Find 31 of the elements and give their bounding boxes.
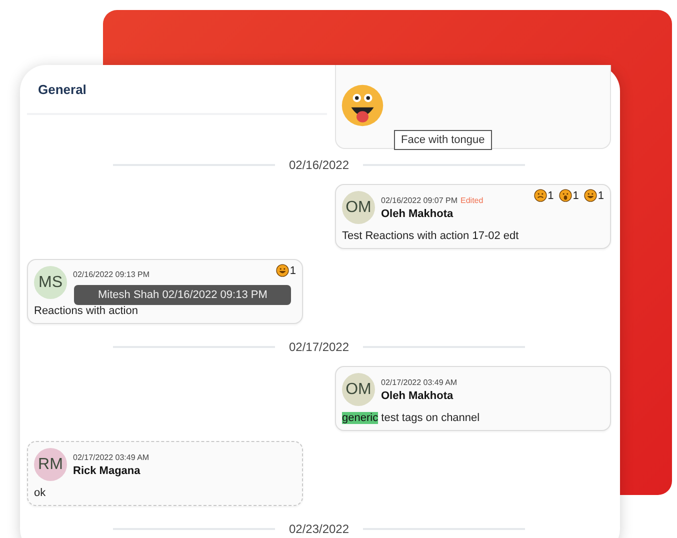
reaction-count[interactable]: 1 <box>290 264 296 276</box>
avatar: MS <box>34 266 67 299</box>
message-time: 02/17/2022 03:49 AM <box>381 378 458 386</box>
message-time: 02/16/2022 09:07 PM <box>381 196 458 204</box>
sender-name: Rick Magana <box>73 464 142 476</box>
reaction-emoji-icon <box>584 189 597 202</box>
edited-label: Edited <box>460 196 484 204</box>
avatar: OM <box>342 373 375 406</box>
reaction-emoji-icon <box>276 264 289 277</box>
reaction-emoji-icon <box>534 189 547 202</box>
message-time: 02/16/2022 09:13 PM <box>73 270 150 279</box>
message-text: ok <box>34 487 47 499</box>
sender-name: Oleh Makhota <box>381 208 454 220</box>
date-separator: 02/17/2022 <box>288 340 350 354</box>
date-separator: 02/16/2022 <box>288 158 350 172</box>
reaction-count[interactable]: 1 <box>572 190 579 202</box>
reaction-count[interactable]: 1 <box>598 190 604 202</box>
tooltip: Mitesh Shah 02/16/2022 09:13 PM <box>74 285 292 305</box>
avatar: RM <box>34 448 67 481</box>
sender-name: Oleh Makhota <box>381 390 454 402</box>
message-text: Test Reactions with action 17-02 edt <box>342 230 520 242</box>
channel-title: General <box>38 82 86 96</box>
message-text: generic test tags on channel <box>342 412 481 424</box>
message-text: Reactions with action <box>34 305 139 317</box>
avatar: OM <box>342 191 375 224</box>
reaction-count[interactable]: 1 <box>548 190 554 202</box>
message-time: 02/17/2022 03:49 AM <box>73 452 150 462</box>
date-separator: 02/23/2022 <box>288 522 350 536</box>
tongue-face-icon <box>340 83 385 128</box>
tooltip: Face with tongue <box>394 130 492 150</box>
reaction-emoji-icon <box>558 189 572 202</box>
